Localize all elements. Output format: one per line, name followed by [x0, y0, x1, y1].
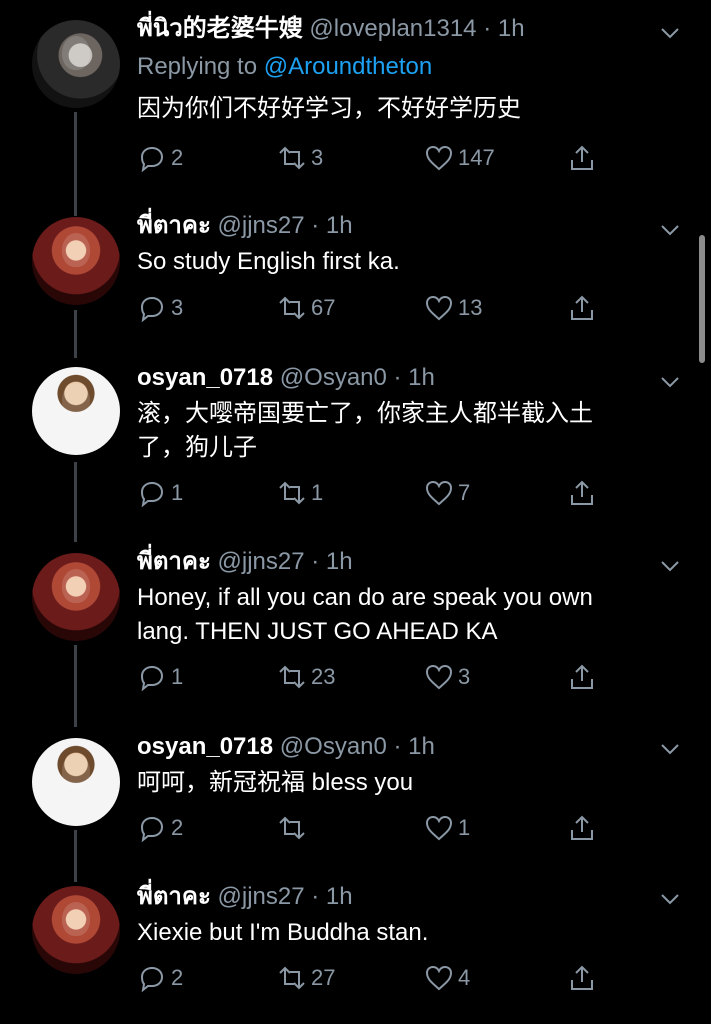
reply-button[interactable]: 1 — [137, 475, 183, 511]
reply-icon — [140, 665, 164, 692]
display-name[interactable]: พี่ตาคะ — [137, 883, 211, 910]
handle-and-time: @loveplan1314 · 1h — [309, 15, 525, 42]
like-button[interactable]: 13 — [424, 290, 482, 326]
reply-icon — [140, 146, 164, 173]
share-button[interactable] — [567, 810, 601, 846]
like-button[interactable]: 4 — [424, 960, 470, 996]
tweet-text: Honey, if all you can do are speak you o… — [137, 584, 593, 645]
avatar[interactable] — [32, 20, 120, 108]
handle-and-time: @Osyan0 · 1h — [279, 364, 435, 391]
retweet-icon — [279, 146, 305, 170]
retweet-button[interactable]: 1 — [277, 475, 323, 511]
scrollbar[interactable] — [699, 235, 705, 363]
like-button[interactable]: 147 — [424, 140, 495, 176]
action-bar: 2 3 147 — [137, 140, 607, 176]
like-icon — [425, 815, 453, 841]
display-name[interactable]: osyan_0718 — [137, 733, 273, 760]
avatar[interactable] — [32, 738, 120, 826]
retweet-icon — [279, 966, 305, 990]
action-bar: 2 1 — [137, 810, 607, 846]
retweet-button[interactable]: 27 — [277, 960, 335, 996]
tweet[interactable]: พี่ตาคะ @jjns27 · 1h Xiexie but I'm Budd… — [0, 878, 711, 1024]
like-button[interactable]: 3 — [424, 659, 470, 695]
action-bar: 1 23 3 — [137, 659, 607, 695]
retweet-icon — [279, 665, 305, 689]
retweet-icon — [279, 481, 305, 505]
tweet[interactable]: พี่นิว的老婆牛嫂 @loveplan1314 · 1h Replying … — [0, 0, 711, 205]
tweet-header: พี่นิว的老婆牛嫂 @loveplan1314 · 1h — [137, 14, 671, 44]
share-button[interactable] — [567, 659, 601, 695]
share-icon — [571, 145, 593, 170]
action-bar: 3 67 13 — [137, 290, 607, 326]
avatar[interactable] — [32, 553, 120, 641]
tweet[interactable]: พี่ตาคะ @jjns27 · 1h So study English fi… — [0, 205, 711, 355]
tweet-header: osyan_0718 @Osyan0 · 1h — [137, 363, 671, 393]
reply-button[interactable]: 1 — [137, 659, 183, 695]
chevron-down-icon[interactable] — [659, 555, 681, 577]
tweet-text: 呵呵，新冠祝福 bless you — [137, 769, 414, 796]
tweet[interactable]: osyan_0718 @Osyan0 · 1h 呵呵，新冠祝福 bless yo… — [0, 728, 711, 878]
share-icon — [571, 664, 593, 689]
share-icon — [571, 965, 593, 990]
reply-button[interactable]: 2 — [137, 810, 183, 846]
tweet-text: So study English first ka. — [137, 248, 400, 275]
reply-icon — [140, 966, 164, 993]
like-icon — [425, 664, 453, 690]
like-icon — [425, 295, 453, 321]
reply-button[interactable]: 2 — [137, 140, 183, 176]
retweet-button[interactable]: 67 — [277, 290, 335, 326]
share-button[interactable] — [567, 475, 601, 511]
retweet-icon — [279, 296, 305, 320]
action-bar: 2 27 4 — [137, 960, 607, 996]
chevron-down-icon[interactable] — [659, 888, 681, 910]
mention-link[interactable]: @Aroundtheton — [264, 53, 432, 80]
share-button[interactable] — [567, 960, 601, 996]
avatar[interactable] — [32, 367, 120, 455]
like-icon — [425, 145, 453, 171]
tweet[interactable]: พี่ตาคะ @jjns27 · 1h Honey, if all you c… — [0, 543, 711, 728]
tweet-text: 因为你们不好好学习，不好好学历史 — [137, 95, 521, 122]
reply-icon — [140, 816, 164, 843]
chevron-down-icon[interactable] — [659, 738, 681, 760]
handle-and-time: @jjns27 · 1h — [217, 548, 353, 575]
reply-button[interactable]: 2 — [137, 960, 183, 996]
reply-button[interactable]: 3 — [137, 290, 183, 326]
tweet-header: พี่ตาคะ @jjns27 · 1h — [137, 547, 671, 577]
tweet[interactable]: osyan_0718 @Osyan0 · 1h 滚，大嘤帝国要亡了，你家主人都半… — [0, 355, 711, 543]
share-icon — [571, 295, 593, 320]
share-button[interactable] — [567, 140, 601, 176]
share-icon — [571, 815, 593, 840]
handle-and-time: @jjns27 · 1h — [217, 212, 353, 239]
retweet-button[interactable]: 3 — [277, 140, 323, 176]
chevron-down-icon[interactable] — [659, 371, 681, 393]
chevron-down-icon[interactable] — [659, 22, 681, 44]
like-button[interactable]: 7 — [424, 475, 470, 511]
like-button[interactable]: 1 — [424, 810, 470, 846]
avatar[interactable] — [32, 217, 120, 305]
handle-and-time: @Osyan0 · 1h — [279, 733, 435, 760]
reply-icon — [140, 296, 164, 323]
display-name[interactable]: พี่ตาคะ — [137, 212, 211, 239]
retweet-icon — [279, 816, 305, 840]
like-icon — [425, 965, 453, 991]
display-name[interactable]: osyan_0718 — [137, 364, 273, 391]
tweet-header: พี่ตาคะ @jjns27 · 1h — [137, 211, 671, 241]
tweet-text: 滚，大嘤帝国要亡了，你家主人都半截入土 了，狗儿子 — [137, 400, 593, 461]
reply-icon — [140, 481, 164, 508]
replying-to: Replying to @Aroundtheton — [137, 53, 433, 80]
tweet-header: osyan_0718 @Osyan0 · 1h — [137, 732, 671, 762]
handle-and-time: @jjns27 · 1h — [217, 883, 353, 910]
display-name[interactable]: พี่ตาคะ — [137, 548, 211, 575]
display-name[interactable]: พี่นิว的老婆牛嫂 — [137, 15, 303, 42]
tweet-header: พี่ตาคะ @jjns27 · 1h — [137, 882, 671, 912]
chevron-down-icon[interactable] — [659, 219, 681, 241]
action-bar: 1 1 7 — [137, 475, 607, 511]
tweet-text: Xiexie but I'm Buddha stan. — [137, 919, 429, 946]
like-icon — [425, 480, 453, 506]
retweet-button[interactable] — [277, 810, 311, 846]
share-button[interactable] — [567, 290, 601, 326]
share-icon — [571, 480, 593, 505]
avatar[interactable] — [32, 886, 120, 974]
retweet-button[interactable]: 23 — [277, 659, 335, 695]
